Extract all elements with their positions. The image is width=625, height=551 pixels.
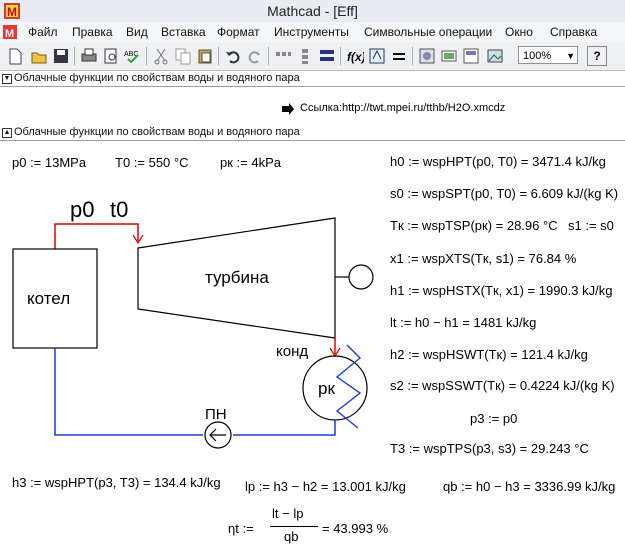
pump-label: ПН	[205, 406, 227, 423]
lt-formula[interactable]: lt := h0 − h1 = 1481 kJ/kg	[390, 315, 536, 330]
save-icon[interactable]	[52, 47, 70, 65]
arrow-right-icon	[282, 103, 294, 115]
copy-icon[interactable]	[174, 47, 192, 65]
menu-symbolics[interactable]: Символьные операции	[364, 25, 492, 39]
turbine-label: турбина	[205, 268, 269, 287]
fraction-bar	[270, 526, 318, 527]
menu-edit[interactable]: Правка	[72, 25, 113, 39]
t3-formula[interactable]: T3 := wspTPS(p3, s3) = 29.243 °C	[390, 441, 589, 456]
toolbar-separator	[218, 47, 219, 65]
document-icon[interactable]: M	[2, 24, 22, 44]
component-icon[interactable]	[418, 47, 436, 65]
paste-icon[interactable]	[196, 47, 214, 65]
steam-line	[54, 223, 139, 249]
p3-formula[interactable]: p3 := p0	[470, 411, 517, 426]
toolbar-separator	[74, 47, 75, 65]
cut-icon[interactable]	[152, 47, 170, 65]
t0-definition[interactable]: T0 := 550 °C	[115, 155, 189, 170]
new-document-icon[interactable]	[6, 47, 24, 65]
condenser-pressure-label: pк	[318, 379, 335, 398]
resource-center-icon[interactable]	[440, 47, 458, 65]
eta-numerator: lt − lp	[272, 506, 304, 521]
s2-formula[interactable]: s2 := wspSSWT(Tк) = 0.4224 kJ/(kg K)	[390, 378, 615, 393]
equals-icon[interactable]	[390, 47, 408, 65]
align-down-icon[interactable]	[296, 47, 314, 65]
collapsed-area-header[interactable]: ▼ Облачные функции по свойствам воды и в…	[0, 72, 625, 87]
collapse-toggle-icon[interactable]: ▲	[2, 128, 12, 138]
window-title: Mathcad - [Eff]	[267, 3, 358, 19]
rankine-cycle-diagram: p0 t0 котел турбина конд pк ПН	[12, 197, 374, 449]
h2-formula[interactable]: h2 := wspHSWT(Tк) = 121.4 kJ/kg	[390, 347, 588, 362]
expand-toggle-icon[interactable]: ▼	[2, 74, 12, 84]
tk-formula[interactable]: Tк := wspTSP(pк) = 28.96 °C	[390, 218, 558, 233]
condensate-line	[233, 420, 336, 436]
eta-lhs: ηt :=	[228, 521, 254, 536]
h0-formula[interactable]: h0 := wspHPT(p0, T0) = 3471.4 kJ/kg	[390, 154, 606, 169]
redo-icon[interactable]	[246, 47, 264, 65]
menu-help[interactable]: Справка	[550, 25, 597, 39]
collapsed-area-title: Облачные функции по свойствам воды и вод…	[14, 72, 300, 84]
chevron-down-icon: ▼	[566, 51, 575, 61]
menu-file[interactable]: Файл	[28, 25, 58, 39]
image-icon[interactable]	[486, 47, 504, 65]
svg-text:M: M	[5, 28, 14, 40]
expanded-area-header[interactable]: ▲ Облачные функции по свойствам воды и в…	[0, 126, 625, 141]
standard-toolbar: ABC f(x) 100% ▼ ?	[0, 42, 625, 71]
x1-formula[interactable]: x1 := wspXTS(Tк, s1) = 76.84 %	[390, 251, 576, 266]
h1-formula[interactable]: h1 := wspHSTX(Tк, x1) = 1990.3 kJ/kg	[390, 283, 612, 298]
zoom-select[interactable]: 100% ▼	[518, 46, 578, 64]
s1-formula[interactable]: s1 := s0	[568, 218, 614, 233]
print-icon[interactable]	[80, 47, 98, 65]
undo-icon[interactable]	[224, 47, 242, 65]
toolbar-separator	[268, 47, 269, 65]
zoom-value: 100%	[523, 50, 552, 62]
toolbar-separator	[412, 47, 413, 65]
worksheet[interactable]: ▼ Облачные функции по свойствам воды и в…	[0, 71, 625, 551]
menu-view[interactable]: Вид	[126, 25, 148, 39]
qb-formula[interactable]: qb := h0 − h3 = 3336.99 kJ/kg	[443, 479, 615, 494]
toolbar-separator	[146, 47, 147, 65]
diagram-p0-label: p0	[70, 197, 94, 222]
svg-text:f(x): f(x)	[347, 50, 364, 64]
spellcheck-icon[interactable]: ABC	[124, 47, 142, 65]
s0-formula[interactable]: s0 := wspSPT(p0, T0) = 6.609 kJ/(kg K)	[390, 186, 618, 201]
calculate-icon[interactable]	[462, 47, 480, 65]
pk-definition[interactable]: pк := 4kPa	[220, 155, 281, 170]
align-across-icon[interactable]	[274, 47, 292, 65]
title-bar: M Mathcad - [Eff]	[0, 0, 625, 23]
region-toggle-icon[interactable]	[318, 47, 336, 65]
menu-bar: M Файл Правка Вид Вставка Формат Инструм…	[0, 22, 625, 42]
condenser-circle	[302, 355, 368, 421]
diagram-t0-label: t0	[110, 197, 128, 222]
lp-formula[interactable]: lp := h3 − h2 = 13.001 kJ/kg	[245, 479, 406, 494]
boiler-label: котел	[27, 289, 70, 308]
expanded-area-title: Облачные функции по свойствам воды и вод…	[14, 126, 300, 138]
condenser-label: конд	[276, 343, 308, 360]
insert-function-icon[interactable]: f(x)	[346, 47, 364, 65]
eta-denominator: qb	[284, 529, 299, 544]
menu-tools[interactable]: Инструменты	[274, 25, 349, 39]
menu-insert[interactable]: Вставка	[161, 25, 206, 39]
help-button[interactable]: ?	[587, 46, 607, 66]
eta-result: = 43.993 %	[322, 521, 389, 536]
print-preview-icon[interactable]	[102, 47, 120, 65]
feedwater-line	[54, 348, 203, 436]
open-folder-icon[interactable]	[30, 47, 48, 65]
h3-formula[interactable]: h3 := wspHPT(p3, T3) = 134.4 kJ/kg	[12, 475, 221, 490]
p0-definition[interactable]: p0 := 13MPa	[12, 155, 86, 170]
insert-unit-icon[interactable]	[368, 47, 386, 65]
menu-format[interactable]: Формат	[217, 25, 260, 39]
efficiency-formula[interactable]: ηt := lt − lp qb = 43.993 %	[228, 506, 388, 550]
menu-window[interactable]: Окно	[505, 25, 533, 39]
generator-icon	[348, 264, 374, 290]
toolbar-separator	[340, 47, 341, 65]
reference-link[interactable]: Ссылка:http://twt.mpei.ru/tthb/H2O.xmcdz	[300, 102, 505, 114]
